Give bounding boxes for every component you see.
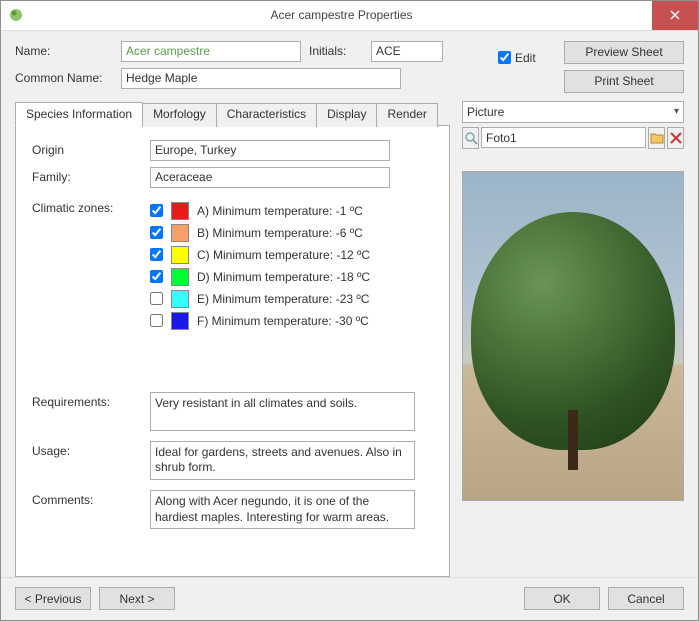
delete-icon: [670, 132, 682, 144]
family-input[interactable]: [150, 167, 390, 188]
comments-label: Comments:: [32, 490, 142, 507]
name-input[interactable]: [121, 41, 301, 62]
comments-input[interactable]: [150, 490, 415, 529]
tab-content: Origin Family: Climatic zones: A) Minimu…: [15, 125, 450, 577]
zone-checkbox[interactable]: [150, 226, 163, 239]
origin-label: Origin: [32, 140, 142, 157]
search-icon: [464, 131, 478, 145]
tab-morfology[interactable]: Morfology: [142, 103, 217, 127]
preview-sheet-button[interactable]: Preview Sheet: [564, 41, 684, 64]
climatic-zone-row: F) Minimum temperature: -30 ºC: [150, 312, 370, 330]
climatic-zones-list: A) Minimum temperature: -1 ºC B) Minimum …: [150, 202, 370, 334]
climatic-zone-row: E) Minimum temperature: -23 ºC: [150, 290, 370, 308]
ok-button[interactable]: OK: [524, 587, 600, 610]
delete-picture-button[interactable]: [667, 127, 684, 149]
zone-checkbox[interactable]: [150, 204, 163, 217]
name-label: Name:: [15, 44, 113, 58]
requirements-label: Requirements:: [32, 392, 142, 409]
climatic-zone-row: C) Minimum temperature: -12 ºC: [150, 246, 370, 264]
app-icon: [1, 7, 31, 23]
usage-input[interactable]: [150, 441, 415, 480]
dialog-footer: < Previous Next > OK Cancel: [1, 577, 698, 620]
window-title: Acer campestre Properties: [31, 8, 652, 22]
climatic-zone-row: A) Minimum temperature: -1 ºC: [150, 202, 370, 220]
previous-button[interactable]: < Previous: [15, 587, 91, 610]
tab-species-information[interactable]: Species Information: [15, 102, 143, 126]
picture-dropdown-label: Picture: [467, 105, 504, 119]
origin-input[interactable]: [150, 140, 390, 161]
zone-label: B) Minimum temperature: -6 ºC: [197, 226, 363, 240]
zone-color-swatch: [171, 224, 189, 242]
usage-label: Usage:: [32, 441, 142, 458]
print-sheet-button[interactable]: Print Sheet: [564, 70, 684, 93]
picture-preview: [462, 171, 684, 501]
chevron-down-icon: ▾: [674, 106, 679, 117]
climatic-zone-row: B) Minimum temperature: -6 ºC: [150, 224, 370, 242]
family-label: Family:: [32, 167, 142, 184]
zone-label: F) Minimum temperature: -30 ºC: [197, 314, 369, 328]
zone-color-swatch: [171, 290, 189, 308]
zone-color-swatch: [171, 202, 189, 220]
edit-checkbox-label: Edit: [515, 51, 536, 65]
zone-label: E) Minimum temperature: -23 ºC: [197, 292, 369, 306]
folder-icon: [650, 132, 664, 144]
picture-name-input[interactable]: [481, 127, 646, 148]
climatic-zones-label: Climatic zones:: [32, 198, 142, 215]
zone-label: A) Minimum temperature: -1 ºC: [197, 204, 363, 218]
search-picture-button[interactable]: [462, 127, 479, 149]
zone-label: D) Minimum temperature: -18 ºC: [197, 270, 370, 284]
initials-input[interactable]: [371, 41, 443, 62]
common-name-label: Common Name:: [15, 71, 113, 85]
properties-dialog: Acer campestre Properties Name: Initials…: [0, 0, 699, 621]
edit-checkbox[interactable]: [498, 51, 511, 64]
tab-display[interactable]: Display: [316, 103, 377, 127]
zone-color-swatch: [171, 246, 189, 264]
edit-checkbox-wrap[interactable]: Edit: [498, 51, 536, 65]
zone-color-swatch: [171, 268, 189, 286]
next-button[interactable]: Next >: [99, 587, 175, 610]
tab-render[interactable]: Render: [376, 103, 437, 127]
requirements-input[interactable]: [150, 392, 415, 431]
tab-characteristics[interactable]: Characteristics: [216, 103, 317, 127]
cancel-button[interactable]: Cancel: [608, 587, 684, 610]
zone-checkbox[interactable]: [150, 270, 163, 283]
common-name-input[interactable]: [121, 68, 401, 89]
close-button[interactable]: [652, 1, 698, 30]
zone-label: C) Minimum temperature: -12 ºC: [197, 248, 370, 262]
browse-picture-button[interactable]: [648, 127, 665, 149]
climatic-zone-row: D) Minimum temperature: -18 ºC: [150, 268, 370, 286]
titlebar: Acer campestre Properties: [1, 1, 698, 31]
zone-checkbox[interactable]: [150, 314, 163, 327]
picture-dropdown[interactable]: Picture ▾: [462, 101, 684, 123]
initials-label: Initials:: [309, 44, 363, 58]
zone-color-swatch: [171, 312, 189, 330]
zone-checkbox[interactable]: [150, 292, 163, 305]
tab-strip: Species Information Morfology Characteri…: [15, 101, 450, 125]
zone-checkbox[interactable]: [150, 248, 163, 261]
